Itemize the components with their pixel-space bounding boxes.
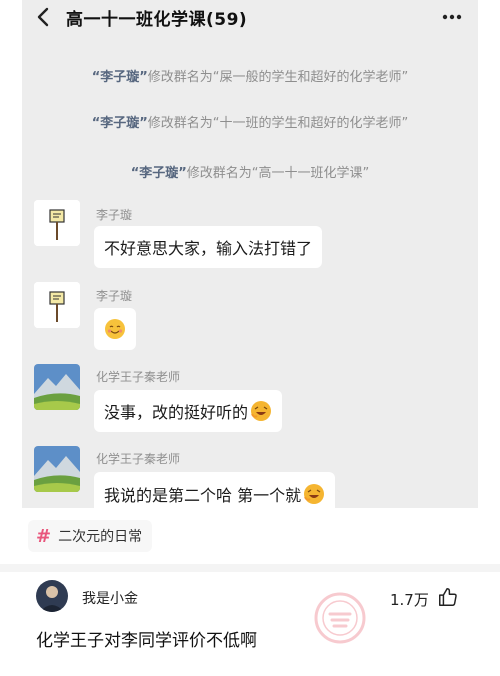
like-count: 1.7万 bbox=[390, 591, 429, 609]
back-arrow-icon[interactable] bbox=[32, 5, 56, 29]
stamp-watermark-icon bbox=[314, 592, 366, 644]
section-divider bbox=[0, 564, 500, 572]
message-bubble[interactable]: 没事，改的挺好听的 bbox=[94, 390, 283, 432]
laugh-emoji-icon bbox=[251, 401, 272, 421]
sender-avatar[interactable] bbox=[34, 446, 80, 492]
commenter-name[interactable]: 我是小金 bbox=[82, 588, 138, 608]
message-bubble[interactable]: 我说的是第二个哈 第一个就 bbox=[94, 472, 336, 508]
sender-name: 化学王子秦老师 bbox=[96, 370, 181, 384]
chat-title: 高一十一班化学课(59) bbox=[66, 10, 248, 30]
system-message-name[interactable]: “李子璇” bbox=[131, 166, 187, 181]
system-message-name[interactable]: “李子璇” bbox=[92, 70, 148, 85]
thumbs-up-icon[interactable] bbox=[437, 586, 459, 608]
landscape-avatar-icon bbox=[34, 446, 80, 492]
topic-tag[interactable]: # 二次元的日常 bbox=[28, 520, 153, 552]
laugh-emoji-icon bbox=[304, 484, 325, 504]
sign-avatar-icon bbox=[34, 200, 80, 246]
message-text: 没事，改的挺好听的 bbox=[104, 403, 249, 422]
hashtag-icon: # bbox=[36, 525, 52, 547]
system-message-text: 修改群名为“十一班的学生和超好的化学老师” bbox=[147, 116, 409, 131]
sign-avatar-icon bbox=[34, 282, 80, 328]
system-message: “李子璇”修改群名为“十一班的学生和超好的化学老师” bbox=[22, 112, 478, 131]
message-bubble[interactable] bbox=[94, 308, 136, 350]
topic-tag-label: 二次元的日常 bbox=[58, 529, 143, 545]
message-text: 不好意思大家，输入法打错了 bbox=[104, 239, 313, 258]
system-message-name[interactable]: “李子璇” bbox=[92, 116, 148, 131]
chat-screenshot: 高一十一班化学课(59) “李子璇”修改群名为“屎一般的学生和超好的化学老师” … bbox=[22, 0, 478, 508]
system-message: “李子璇”修改群名为“屎一般的学生和超好的化学老师” bbox=[22, 66, 478, 85]
message-text: 我说的是第二个哈 第一个就 bbox=[104, 486, 302, 505]
landscape-avatar-icon bbox=[34, 364, 80, 410]
system-message-text: 修改群名为“高一十一班化学课” bbox=[186, 166, 370, 181]
system-message: “李子璇”修改群名为“高一十一班化学课” bbox=[22, 162, 478, 181]
sender-avatar[interactable] bbox=[34, 364, 80, 410]
sender-name: 李子璇 bbox=[96, 208, 133, 222]
user-avatar-icon bbox=[36, 580, 68, 612]
sender-name: 化学王子秦老师 bbox=[96, 452, 181, 466]
message-bubble[interactable]: 不好意思大家，输入法打错了 bbox=[94, 226, 323, 268]
sender-avatar[interactable] bbox=[34, 200, 80, 246]
sender-avatar[interactable] bbox=[34, 282, 80, 328]
system-message-text: 修改群名为“屎一般的学生和超好的化学老师” bbox=[147, 70, 409, 85]
smile-emoji-icon bbox=[105, 319, 125, 339]
commenter-avatar[interactable] bbox=[36, 580, 68, 612]
sender-name: 李子璇 bbox=[96, 289, 133, 303]
comment-text: 化学王子对李同学评价不低啊 bbox=[36, 631, 257, 651]
more-options-icon[interactable] bbox=[440, 5, 464, 29]
chat-header: 高一十一班化学课(59) bbox=[22, 0, 478, 34]
